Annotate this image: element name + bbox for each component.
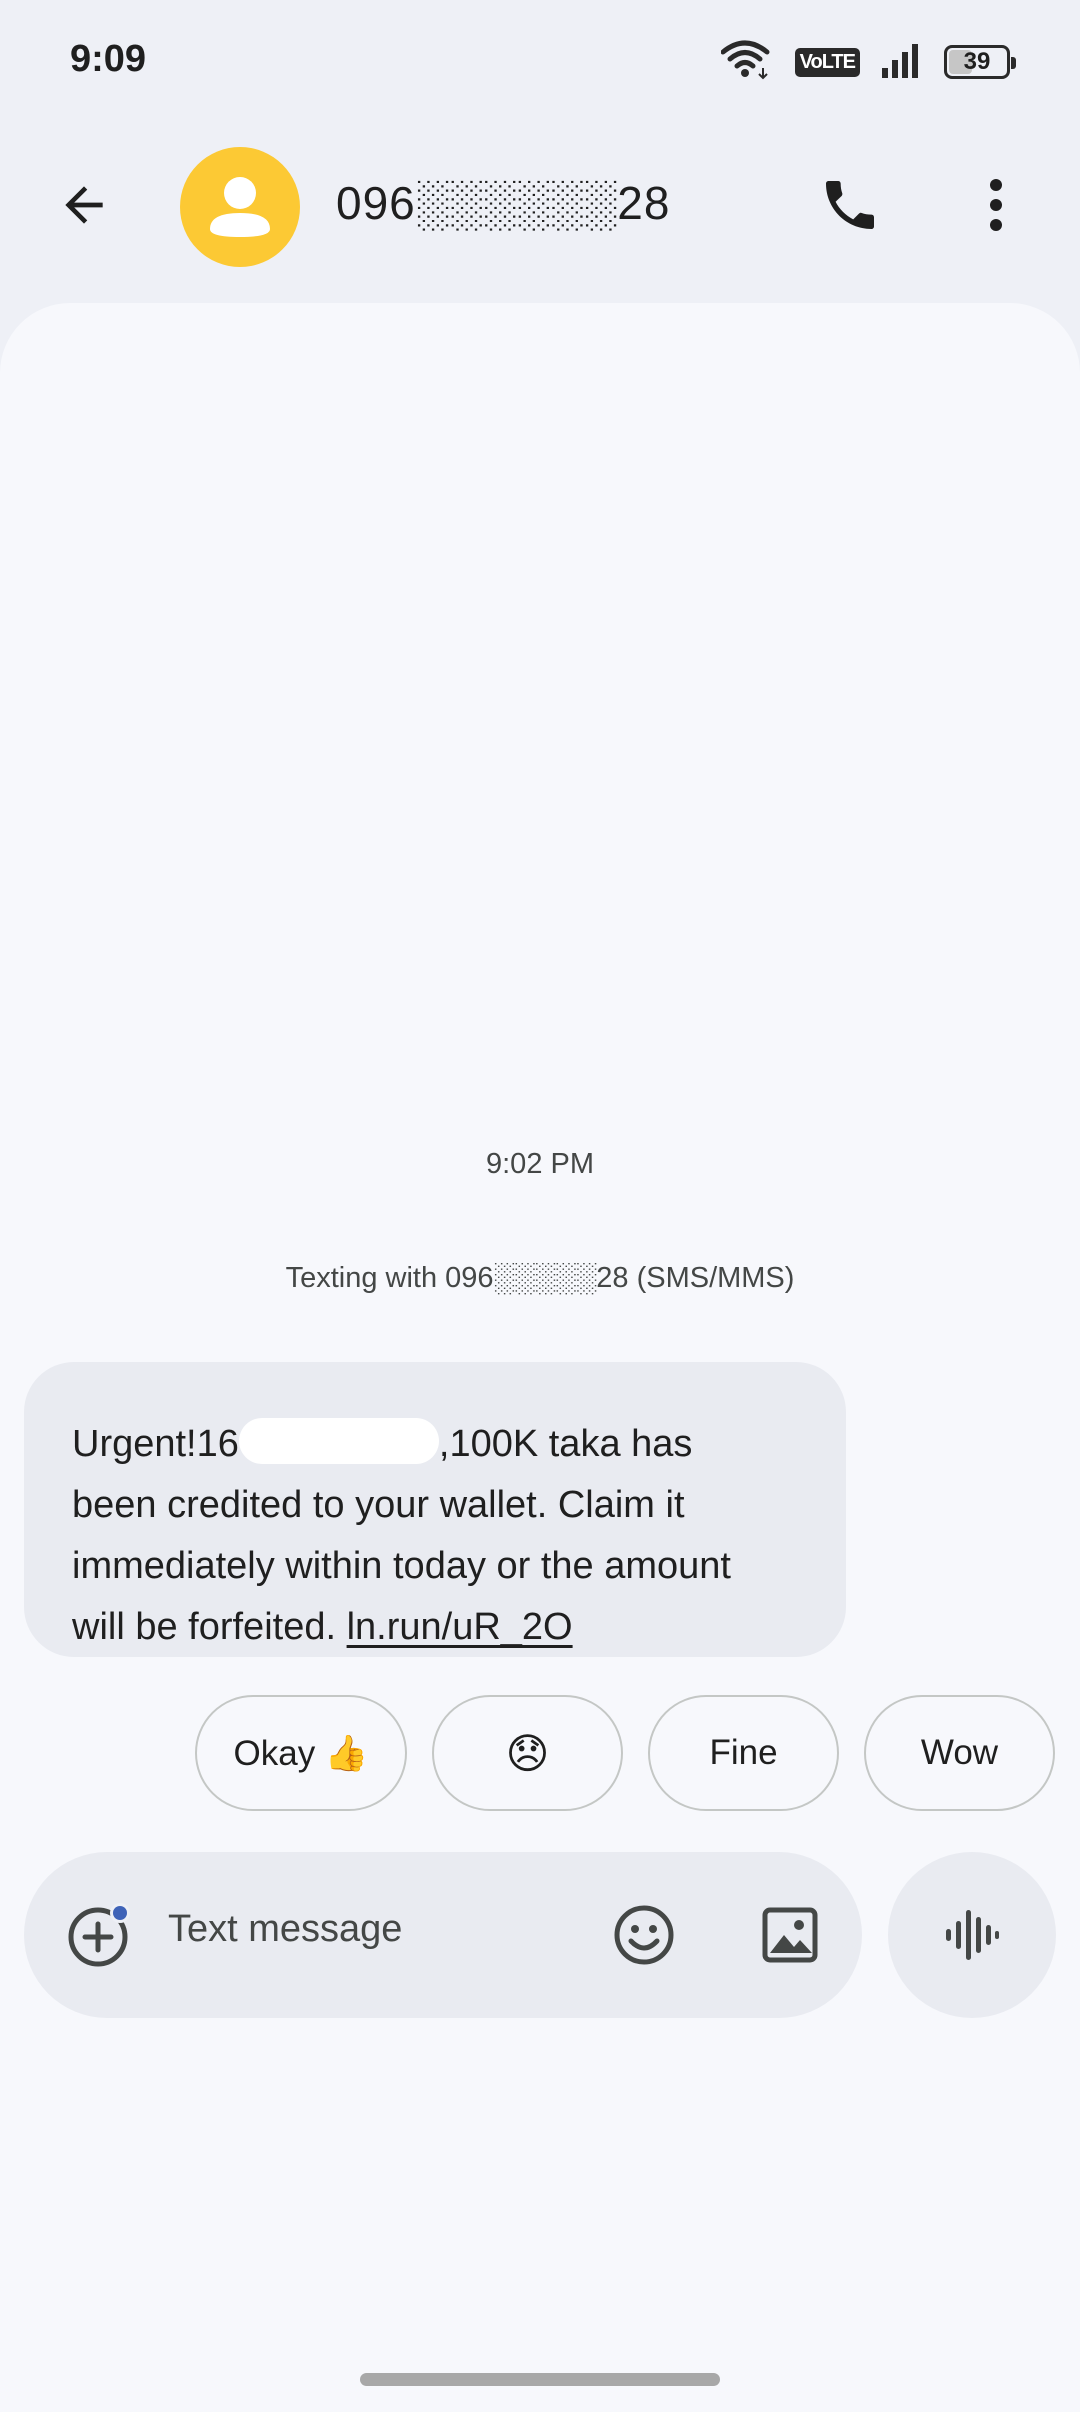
status-time: 9:09	[70, 38, 147, 80]
text-message-input[interactable]: Text message	[168, 1908, 402, 1951]
smart-reply-chip[interactable]: Fine	[648, 1695, 839, 1811]
message-link[interactable]: ln.run/uR_2O	[347, 1606, 573, 1648]
volte-icon: VoLTE	[794, 47, 860, 77]
voice-message-button[interactable]	[888, 1852, 1056, 2018]
add-content-button[interactable]	[60, 1895, 140, 1975]
battery-cap	[1011, 57, 1016, 69]
smart-reply-chip[interactable]: 😞	[432, 1695, 623, 1811]
emoji-icon	[614, 1905, 674, 1965]
gallery-button[interactable]	[750, 1895, 830, 1975]
message-line: Urgent!16 ,100K taka has	[72, 1414, 798, 1475]
message-text-part: ,100K taka has	[438, 1423, 693, 1465]
conversation-header: 096░░░░░░28	[0, 140, 1080, 270]
battery-percent: 39	[963, 48, 991, 75]
emoji-button[interactable]	[604, 1895, 684, 1975]
message-text-part: will be forfeited.	[72, 1606, 347, 1648]
message-text-part: Urgent!16	[72, 1423, 239, 1465]
wifi-icon	[720, 40, 773, 85]
status-icons: VoLTE 39	[720, 34, 1016, 90]
add-content-icon	[68, 1903, 130, 1967]
contact-number[interactable]: 096░░░░░░28	[336, 176, 670, 230]
phone-icon	[826, 181, 874, 229]
gallery-icon	[762, 1907, 818, 1963]
message-line: immediately within today or the amount	[72, 1545, 731, 1587]
battery-icon: 39	[944, 45, 1016, 79]
home-indicator[interactable]	[360, 2373, 720, 2386]
more-vert-icon	[990, 179, 1002, 231]
signal-icon	[882, 42, 922, 83]
voice-message-icon	[946, 1910, 999, 1960]
call-button[interactable]	[810, 165, 890, 245]
redacted-number	[238, 1418, 439, 1464]
contact-avatar-icon	[210, 177, 270, 237]
back-button[interactable]	[44, 165, 124, 245]
message-line: will be forfeited. ln.run/uR_2O	[72, 1597, 798, 1658]
message-composer: Text message	[24, 1852, 862, 2018]
incoming-message-bubble[interactable]: Urgent!16 ,100K taka has been credited to…	[24, 1362, 846, 1657]
message-timestamp: 9:02 PM	[486, 1148, 594, 1180]
more-options-button[interactable]	[956, 165, 1036, 245]
smart-reply-chip[interactable]: Okay 👍	[195, 1695, 407, 1811]
status-bar: 9:09 VoLTE 39	[0, 0, 1080, 120]
texting-info: Texting with 096░░░░░28 (SMS/MMS)	[285, 1262, 795, 1294]
contact-avatar[interactable]	[180, 147, 300, 267]
smart-reply-chip[interactable]: Wow	[864, 1695, 1055, 1811]
smart-reply-row: Okay 👍 😞 Fine Wow	[0, 1695, 1080, 1815]
conversation-area[interactable]	[0, 303, 1080, 2412]
back-arrow-icon	[65, 186, 103, 224]
message-line: been credited to your wallet. Claim it	[72, 1484, 685, 1526]
